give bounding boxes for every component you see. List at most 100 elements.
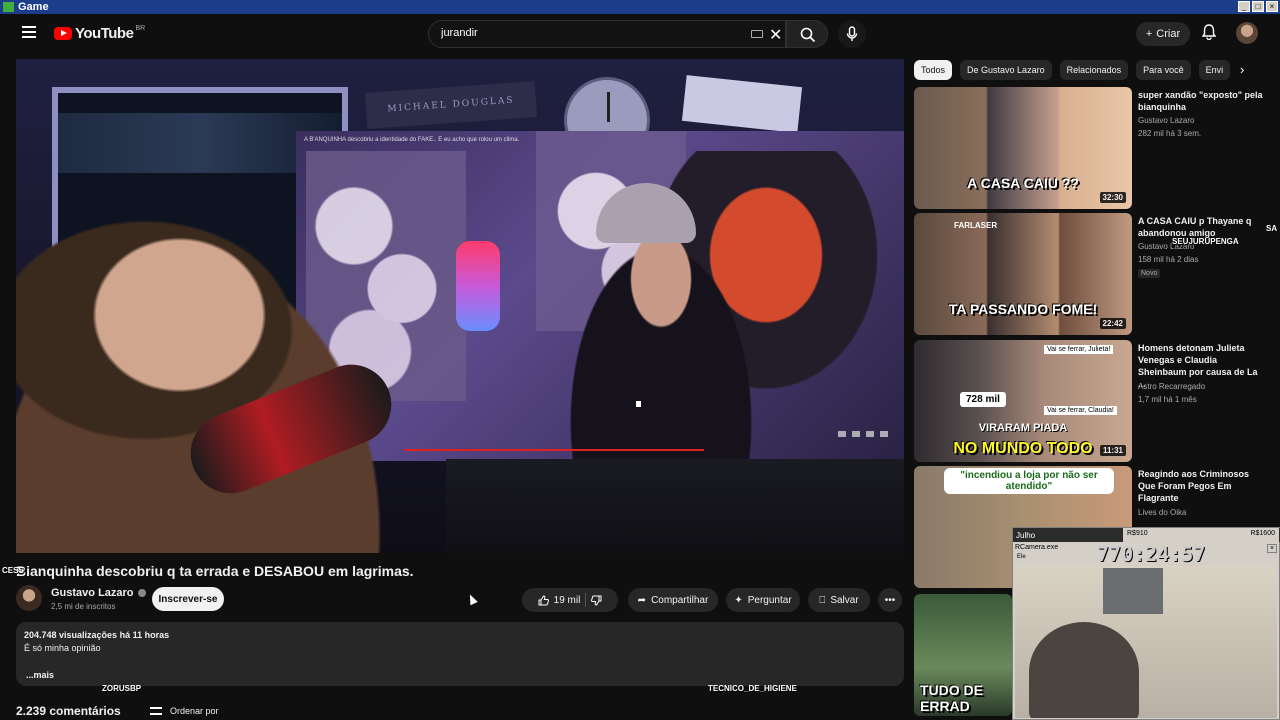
chip-related[interactable]: Relacionados xyxy=(1059,60,1129,80)
speech-bubble-2: Vai se ferrar, Claudia! xyxy=(1044,406,1117,415)
thumbs-down-icon[interactable] xyxy=(591,595,602,606)
search-button[interactable] xyxy=(786,20,828,48)
share-icon: ➦ xyxy=(637,594,647,606)
sort-comments-button[interactable]: Ordenar por xyxy=(150,706,219,716)
plus-icon: + xyxy=(1145,28,1153,40)
video-title: Bianquinha descobriu q ta errada e DESAB… xyxy=(16,563,414,579)
chip-for-you[interactable]: Para você xyxy=(1136,60,1191,80)
app-icon xyxy=(3,2,14,12)
camera-person xyxy=(1029,622,1139,718)
logo-text: YouTube xyxy=(75,25,134,42)
camera-close-icon[interactable]: × xyxy=(1267,544,1277,553)
account-avatar[interactable] xyxy=(1236,22,1258,44)
timer-camera-panel: Julho R$910 R$1600 RCamera.exe Ele 770:2… xyxy=(1012,527,1280,720)
notifications-bell-icon[interactable] xyxy=(1202,24,1216,40)
close-button[interactable]: × xyxy=(1266,1,1278,12)
rgb-microphone xyxy=(456,241,500,331)
video-thumbnail[interactable]: 728 mil Vai se ferrar, Julieta! Vai se f… xyxy=(914,340,1132,462)
video-thumbnail[interactable]: TUDO DE ERRAD xyxy=(914,594,1012,716)
save-button[interactable]: ⎕ Salvar xyxy=(808,588,870,612)
recommendation-meta: 1,7 mil há 1 mês xyxy=(1138,395,1197,404)
duration-badge: 22:42 xyxy=(1099,318,1126,329)
subscriber-count: 2,5 mi de inscritos xyxy=(51,602,116,611)
like-dislike-group: 19 mil xyxy=(522,588,618,612)
inner-player-controls xyxy=(838,431,888,437)
maximize-button[interactable]: □ xyxy=(1252,1,1264,12)
search-box: ✕ xyxy=(428,20,786,48)
search-input[interactable] xyxy=(441,27,731,39)
overlay-name-bottom-mid: TECNICO_DE_HIGIENE xyxy=(708,684,797,693)
microphone-icon xyxy=(846,26,858,41)
inner-video-caption: A B'ANQUINHA descobriu a identidade do F… xyxy=(304,137,520,143)
countdown-timer: 770:24:57 xyxy=(1097,542,1206,566)
like-divider xyxy=(585,593,587,607)
recommendation-channel[interactable]: Astro Recarregado xyxy=(1138,382,1205,391)
camera-view xyxy=(1015,566,1277,718)
new-badge: Novo xyxy=(1138,269,1161,278)
chip-uploaded[interactable]: Envi xyxy=(1198,60,1231,80)
host-webcam-figure xyxy=(16,169,446,553)
chip-from-channel[interactable]: De Gustavo Lazaro xyxy=(960,60,1052,80)
recommendation-item[interactable]: A CASA CAIU ?? 32:30 super xandão "expos… xyxy=(914,87,1264,209)
share-button[interactable]: ➦ Compartilhar xyxy=(628,588,718,612)
minimize-button[interactable]: _ xyxy=(1238,1,1250,12)
desk-area xyxy=(446,459,904,553)
recommendation-channel[interactable]: Lives do Oika xyxy=(1138,508,1186,517)
filter-chips: Todos De Gustavo Lazaro Relacionados Par… xyxy=(914,60,1260,80)
comments-count: 2.239 comentários xyxy=(16,704,121,718)
thumbs-up-icon[interactable] xyxy=(538,594,549,606)
chevron-right-icon[interactable]: › xyxy=(1240,62,1244,77)
save-label: Salvar xyxy=(830,594,859,606)
video-thumbnail[interactable]: A CASA CAIU ?? 32:30 xyxy=(914,87,1132,209)
overlay-name-right: SEUJURUPENGA xyxy=(1172,237,1239,246)
timer-header: Julho R$910 R$1600 xyxy=(1013,528,1280,542)
chip-all[interactable]: Todos xyxy=(914,60,953,80)
duration-badge: 32:30 xyxy=(1099,192,1126,203)
show-more-link[interactable]: ...mais xyxy=(26,670,54,680)
recommendation-channel[interactable]: Gustavo Lazaro xyxy=(1138,116,1194,125)
more-dots-icon: ••• xyxy=(884,594,896,606)
money-goal-bar: R$910 R$1600 xyxy=(1123,528,1279,542)
description-box[interactable]: 204.748 visualizações há 11 horas É só m… xyxy=(16,622,904,686)
sort-icon xyxy=(150,707,162,715)
thumbnail-text: "incendiou a loja por não ser atendido" xyxy=(944,468,1114,494)
top-bar: YouTube BR ✕ + Criar xyxy=(0,14,1280,54)
create-button[interactable]: + Criar xyxy=(1136,22,1190,46)
thumbnail-text: A CASA CAIU ?? xyxy=(967,175,1079,191)
thumbnail-text: TUDO DE ERRAD xyxy=(920,682,983,714)
video-player[interactable]: MICHAEL DOUGLAS A B'ANQUINHA descobriu a… xyxy=(16,59,904,553)
ask-button[interactable]: ✦ Perguntar xyxy=(726,588,800,612)
window-title: Game xyxy=(18,1,49,13)
like-count[interactable]: 19 mil xyxy=(554,595,581,606)
duration-badge: 11:31 xyxy=(1099,445,1126,456)
thumbnail-top-text: VIRARAM PIADA xyxy=(978,422,1068,434)
description-text: É só minha opinião xyxy=(24,643,101,653)
recommendation-item[interactable]: FARLASER TA PASSANDO FOME! 22:42 A CASA … xyxy=(914,213,1264,335)
search-icon xyxy=(800,27,816,43)
window-titlebar: Game _ □ × xyxy=(0,0,1280,14)
recommendation-item[interactable]: 728 mil Vai se ferrar, Julieta! Vai se f… xyxy=(914,340,1264,462)
video-thumbnail[interactable]: FARLASER TA PASSANDO FOME! 22:42 xyxy=(914,213,1132,335)
player-cursor xyxy=(636,401,641,407)
voice-search-button[interactable] xyxy=(838,20,866,48)
channel-name: Gustavo Lazaro xyxy=(51,587,134,599)
hamburger-menu-icon[interactable] xyxy=(22,26,36,38)
camera-label: Ele xyxy=(1017,554,1026,560)
youtube-logo[interactable]: YouTube BR xyxy=(54,25,145,42)
keyboard-icon[interactable] xyxy=(751,30,763,38)
clear-search-icon[interactable]: ✕ xyxy=(769,25,782,45)
likes-badge: 728 mil xyxy=(960,392,1006,407)
mouse-pointer-icon xyxy=(466,592,478,606)
window-controls: _ □ × xyxy=(1238,1,1278,12)
more-actions-button[interactable]: ••• xyxy=(878,588,902,612)
subscribe-button[interactable]: Inscrever-se xyxy=(152,587,224,611)
play-logo-icon xyxy=(54,27,72,40)
overlay-name-left: CESS xyxy=(2,566,24,575)
channel-avatar[interactable] xyxy=(16,585,42,611)
ask-label: Perguntar xyxy=(747,594,792,606)
create-label: Criar xyxy=(1156,28,1181,40)
overlay-name-far-right: SA xyxy=(1266,224,1278,233)
channel-name-row[interactable]: Gustavo Lazaro xyxy=(51,587,146,599)
recommendation-meta: 158 mil há 2 dias xyxy=(1138,255,1199,264)
overlay-name-bottom-left: ZORUSBP xyxy=(102,684,142,693)
